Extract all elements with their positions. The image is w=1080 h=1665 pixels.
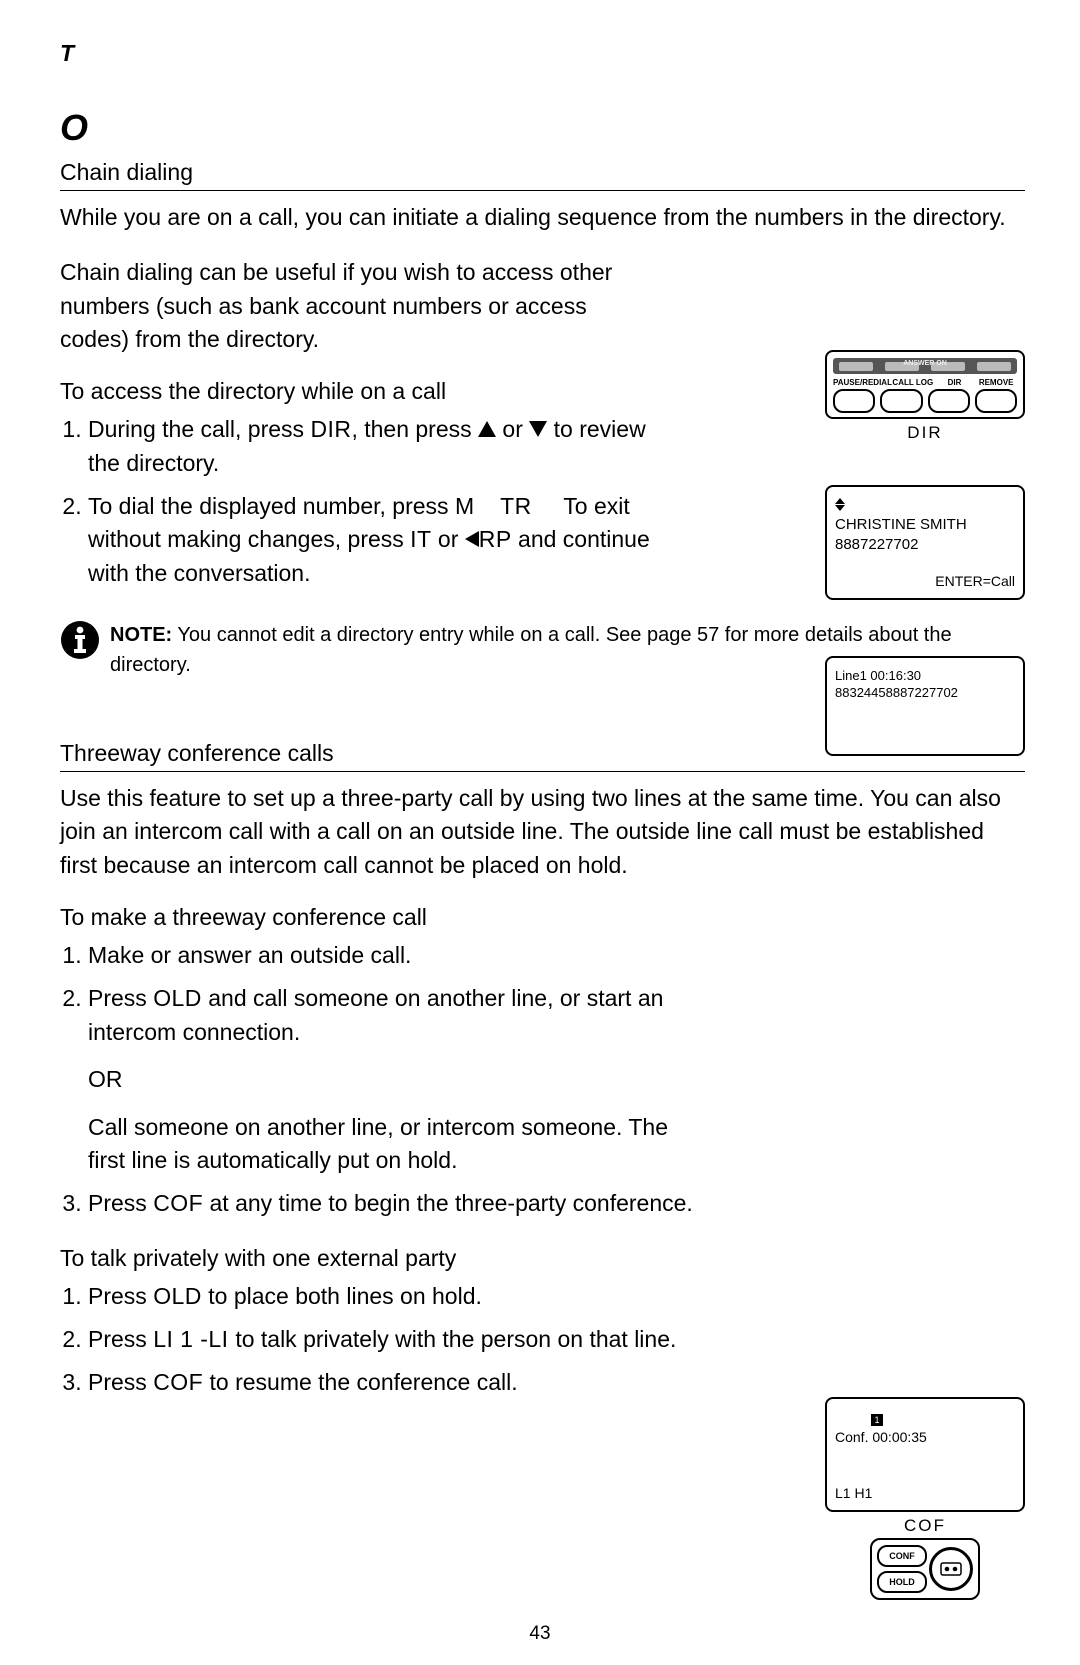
manual-page: T O Chain dialing While you are on a cal… — [0, 0, 1080, 1665]
conf-p1: Use this feature to set up a three-party… — [60, 782, 1025, 882]
left-arrow-icon — [465, 531, 479, 547]
conf-button-icon: CONF — [877, 1545, 927, 1567]
key-rp: RP — [479, 526, 512, 552]
keypad-illustration: ANSWER ON PAUSE/REDIAL CALL LOG DIR REMO… — [825, 350, 1025, 419]
heading-chain-dialing: Chain dialing — [60, 159, 1025, 191]
priv-step-1: Press OLD to place both lines on hold. — [88, 1280, 1025, 1313]
page-category-letter-o: O — [60, 107, 1025, 149]
key-m: M — [455, 493, 475, 519]
figure-dir-keypad: ANSWER ON PAUSE/REDIAL CALL LOG DIR REMO… — [825, 350, 1025, 443]
chain-step-1: During the call, press DIR, then press o… — [88, 413, 668, 480]
hold-button-icon: HOLD — [877, 1571, 927, 1593]
conf-step-3: Press COF at any time to begin the three… — [88, 1187, 1025, 1220]
private-steps: Press OLD to place both lines on hold. P… — [60, 1280, 1025, 1400]
figure-cof-caption: COF — [825, 1516, 1025, 1536]
figure-conference: 1 Conf. 00:00:35 L1 H1 COF CONF HOLD — [825, 1397, 1025, 1600]
or-separator: OR — [88, 1063, 1025, 1096]
chain-p2: Chain dialing can be useful if you wish … — [60, 256, 640, 356]
page-category-letter-t: T — [60, 40, 1025, 67]
cof-device-illustration: CONF HOLD — [870, 1538, 980, 1600]
updown-icon — [835, 498, 845, 511]
chain-steps: During the call, press DIR, then press o… — [60, 413, 668, 590]
up-arrow-icon — [478, 421, 496, 437]
conf-step-2: Press OLD and call someone on another li… — [88, 982, 1025, 1177]
tape-icon — [929, 1547, 973, 1591]
key-dir: DIR — [310, 416, 351, 442]
figure-lcd-line: Line1 00:16:30 88324458887227702 — [825, 656, 1025, 756]
chain-step-2: To dial the displayed number, press M TR… — [88, 490, 668, 590]
key-li: LI 1 -LI — [153, 1326, 235, 1352]
heading-talk-privately: To talk privately with one external part… — [60, 1245, 1025, 1272]
conf-step-1: Make or answer an outside call. — [88, 939, 1025, 972]
page-number: 43 — [0, 1623, 1080, 1645]
key-old-2: OLD — [153, 1283, 202, 1309]
key-cof: COF — [153, 1190, 203, 1216]
key-cof-2: COF — [153, 1369, 203, 1395]
heading-make-conference: To make a threeway conference call — [60, 904, 1025, 931]
conference-steps: Make or answer an outside call. Press OL… — [60, 939, 1025, 1220]
key-old: OLD — [153, 985, 202, 1011]
key-it: IT — [410, 526, 431, 552]
figure-dir-caption: DIR — [825, 423, 1025, 443]
priv-step-2: Press LI 1 -LI to talk privately with th… — [88, 1323, 1025, 1356]
priv-step-3: Press COF to resume the conference call. — [88, 1366, 1025, 1399]
line-indicator-icon: 1 — [871, 1414, 883, 1426]
chain-p1: While you are on a call, you can initiat… — [60, 201, 1025, 234]
key-tr: TR — [500, 493, 532, 519]
figure-lcd-directory: CHRISTINE SMITH 8887227702 ENTER=Call — [825, 485, 1025, 600]
down-arrow-icon — [529, 421, 547, 437]
info-icon — [60, 620, 100, 680]
